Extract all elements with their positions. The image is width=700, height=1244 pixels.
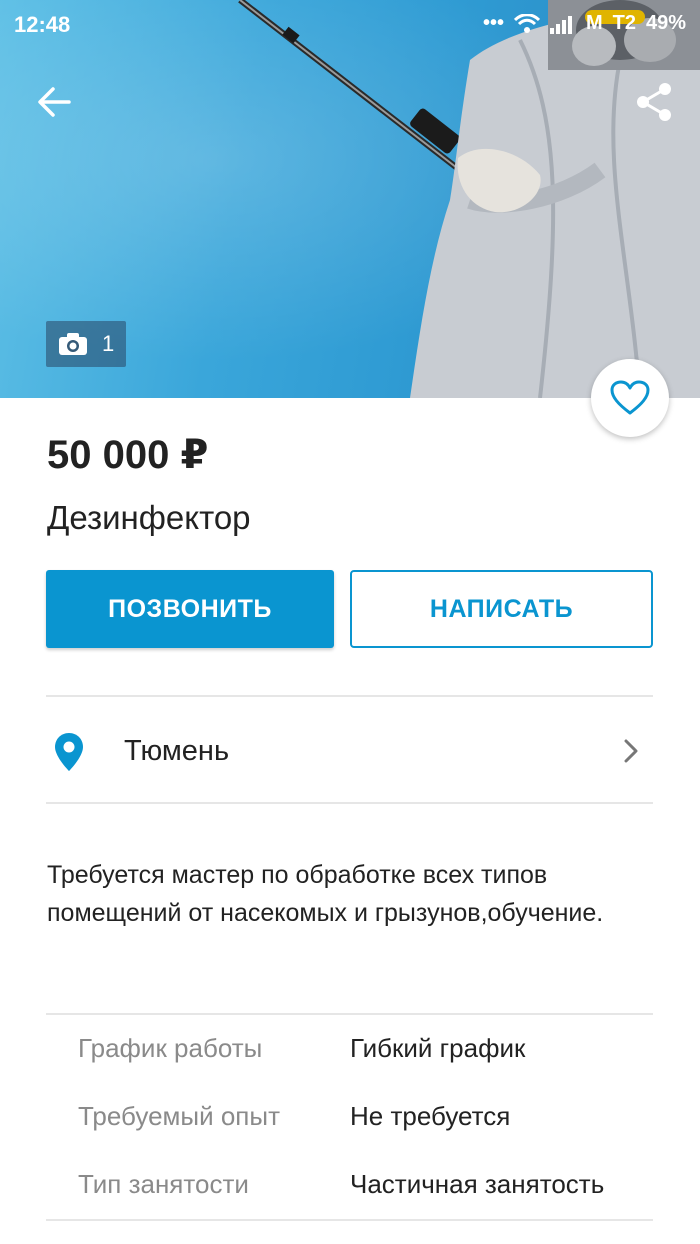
params-list: График работы Гибкий график Требуемый оп…: [78, 1033, 653, 1237]
param-value: Не требуется: [350, 1101, 511, 1131]
camera-icon: [59, 333, 87, 355]
param-value: Частичная занятость: [350, 1169, 605, 1199]
hero-image[interactable]: 12:48 ••• M T2 49% 1: [0, 0, 700, 398]
battery-level: 49%: [645, 12, 686, 34]
param-label: Тип занятости: [78, 1169, 249, 1199]
back-arrow-icon: [38, 87, 71, 117]
param-label: График работы: [78, 1033, 263, 1063]
divider: [46, 695, 653, 697]
photo-count: 1: [102, 331, 115, 356]
divider: [46, 1013, 653, 1015]
status-bar: 12:48 ••• M T2 49%: [0, 0, 700, 48]
status-icons: ••• M T2 49%: [483, 12, 686, 35]
write-button[interactable]: НАПИСАТЬ: [350, 570, 653, 648]
param-row-experience: Требуемый опыт Не требуется: [78, 1101, 653, 1169]
price: 50 000 ₽: [47, 433, 209, 477]
back-button[interactable]: [28, 78, 80, 126]
divider: [46, 1219, 653, 1221]
wifi-icon: [513, 13, 540, 33]
location-pin-icon: [55, 733, 83, 771]
param-row-schedule: График работы Гибкий график: [78, 1033, 653, 1101]
favorite-button[interactable]: [591, 359, 669, 437]
carrier-label: M: [585, 12, 603, 34]
call-button[interactable]: ПОЗВОНИТЬ: [46, 570, 334, 648]
heart-icon: [610, 380, 650, 415]
photo-count-badge[interactable]: 1: [46, 321, 126, 367]
chevron-right-icon: [624, 739, 638, 763]
param-value: Гибкий график: [350, 1033, 526, 1063]
location-row[interactable]: Тюмень: [46, 698, 653, 803]
param-row-employment: Тип занятости Частичная занятость: [78, 1169, 653, 1237]
description: Требуется мастер по обработке всех типов…: [47, 861, 604, 927]
more-dots-icon: •••: [482, 12, 504, 34]
signal-icon: [549, 15, 572, 34]
share-button[interactable]: [628, 78, 680, 126]
location-city: Тюмень: [124, 735, 230, 767]
param-label: Требуемый опыт: [78, 1101, 280, 1131]
listing-title: Дезинфектор: [47, 499, 251, 536]
divider: [46, 802, 653, 804]
network-label: T2: [612, 12, 636, 34]
status-time: 12:48: [14, 12, 71, 37]
share-icon: [637, 83, 671, 121]
